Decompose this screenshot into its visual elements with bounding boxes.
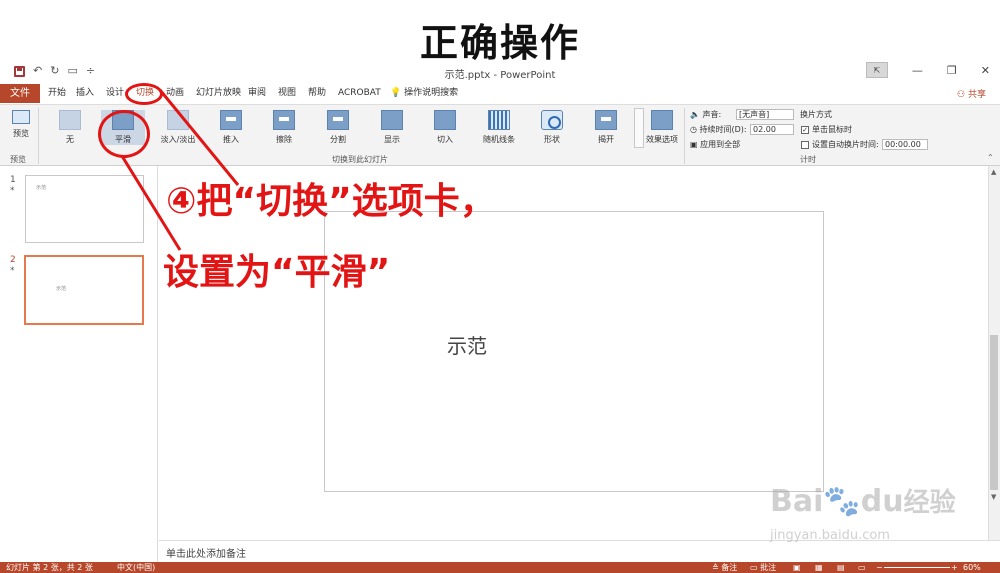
paw-icon: 🐾 — [823, 484, 861, 519]
watermark-url: jingyan.baidu.com — [770, 528, 890, 543]
arrow-line-tab — [158, 89, 240, 186]
baidu-watermark: Bai🐾du经验 — [770, 484, 956, 519]
annotation-step-text-2: 设置为“平滑” — [163, 252, 391, 293]
annotation-step-text: ④把“切换”选项卡， — [166, 181, 496, 222]
